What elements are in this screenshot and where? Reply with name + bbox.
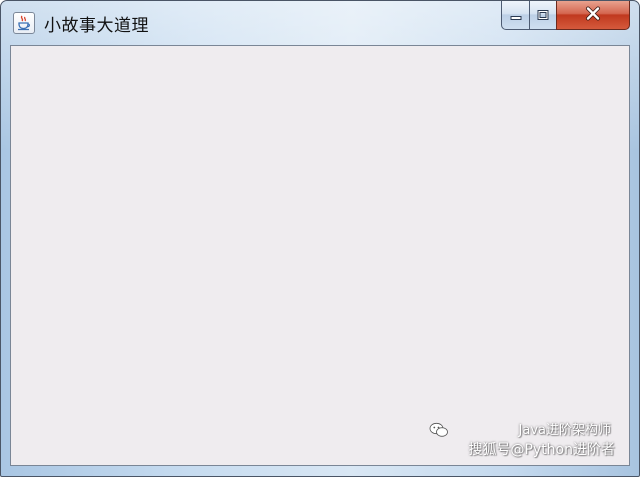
watermark-source-text: 搜狐号@Python进阶者 — [468, 442, 615, 458]
maximize-icon — [537, 6, 549, 25]
minimize-button[interactable] — [501, 1, 529, 30]
app-window: 小故事大道理 Java进阶架构师 搜狐号@Python进阶者 — [0, 0, 640, 477]
close-icon — [585, 6, 601, 25]
maximize-button[interactable] — [529, 1, 556, 30]
watermark-channel-text: Java进阶架构师 — [518, 423, 611, 438]
minimize-icon — [510, 6, 522, 25]
wechat-icon — [429, 422, 449, 443]
java-coffee-cup-icon[interactable] — [13, 12, 35, 34]
watermark: Java进阶架构师 搜狐号@Python进阶者 — [415, 422, 615, 458]
close-button[interactable] — [556, 1, 630, 30]
title-bar[interactable]: 小故事大道理 — [1, 1, 639, 43]
window-title: 小故事大道理 — [44, 16, 149, 36]
content-panel: Java进阶架构师 搜狐号@Python进阶者 — [10, 45, 630, 466]
caption-buttons — [501, 1, 630, 31]
